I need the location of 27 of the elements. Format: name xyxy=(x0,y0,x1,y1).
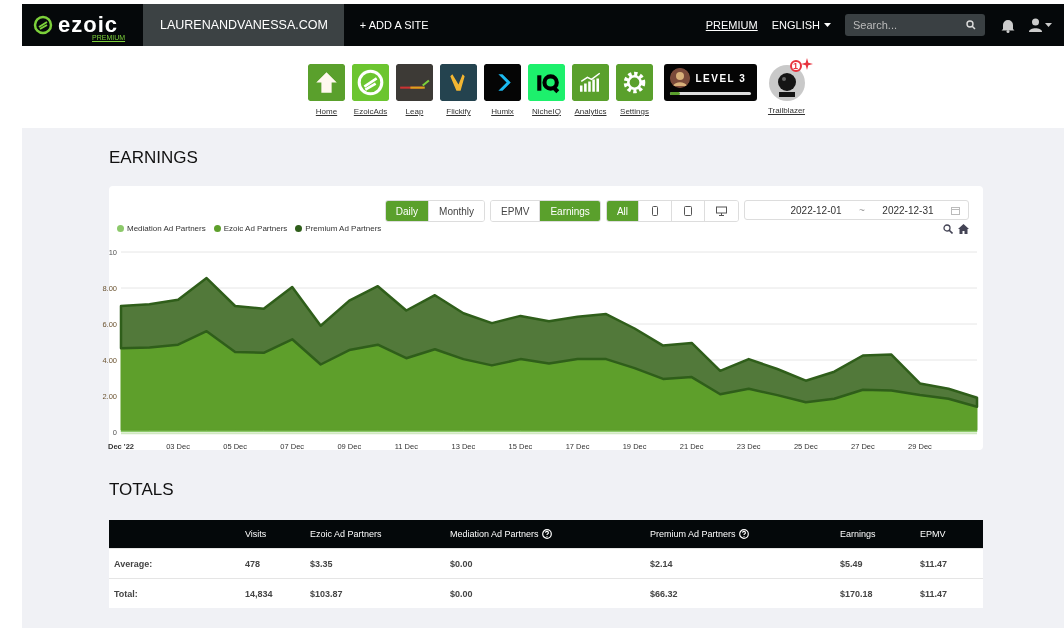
column-header: Premium Ad Partners xyxy=(650,529,736,539)
column-header: Mediation Ad Partners xyxy=(450,529,539,539)
level-label: LEVEL 3 xyxy=(695,72,747,84)
column-header: EPMV xyxy=(920,529,946,539)
table-cell: 478 xyxy=(240,548,305,579)
column-header: Ezoic Ad Partners xyxy=(310,529,382,539)
table-cell: $0.00 xyxy=(445,578,645,608)
notification-badge: 1 xyxy=(789,60,802,72)
row-label: Average: xyxy=(109,548,240,579)
table-cell: $11.47 xyxy=(915,578,983,608)
table-cell: 14,834 xyxy=(240,578,305,608)
section-title: TOTALS xyxy=(109,480,175,500)
table-cell: $66.32 xyxy=(645,578,835,608)
column-header: Visits xyxy=(245,529,267,539)
start-date: 2022-12-01 xyxy=(790,204,842,216)
column-header: Earnings xyxy=(840,529,876,539)
table-cell: $11.47 xyxy=(915,548,983,579)
range-separator: ~ xyxy=(859,204,865,216)
table-cell: $170.18 xyxy=(835,578,915,608)
table-cell: $0.00 xyxy=(445,548,645,579)
table-cell: $5.49 xyxy=(835,548,915,579)
row-label: Total: xyxy=(109,578,240,608)
section-title: EARNINGS xyxy=(109,148,199,168)
end-date: 2022-12-31 xyxy=(882,204,934,216)
table-cell: $3.35 xyxy=(305,548,445,579)
table-cell: $2.14 xyxy=(645,548,835,579)
table-cell: $103.87 xyxy=(305,578,445,608)
